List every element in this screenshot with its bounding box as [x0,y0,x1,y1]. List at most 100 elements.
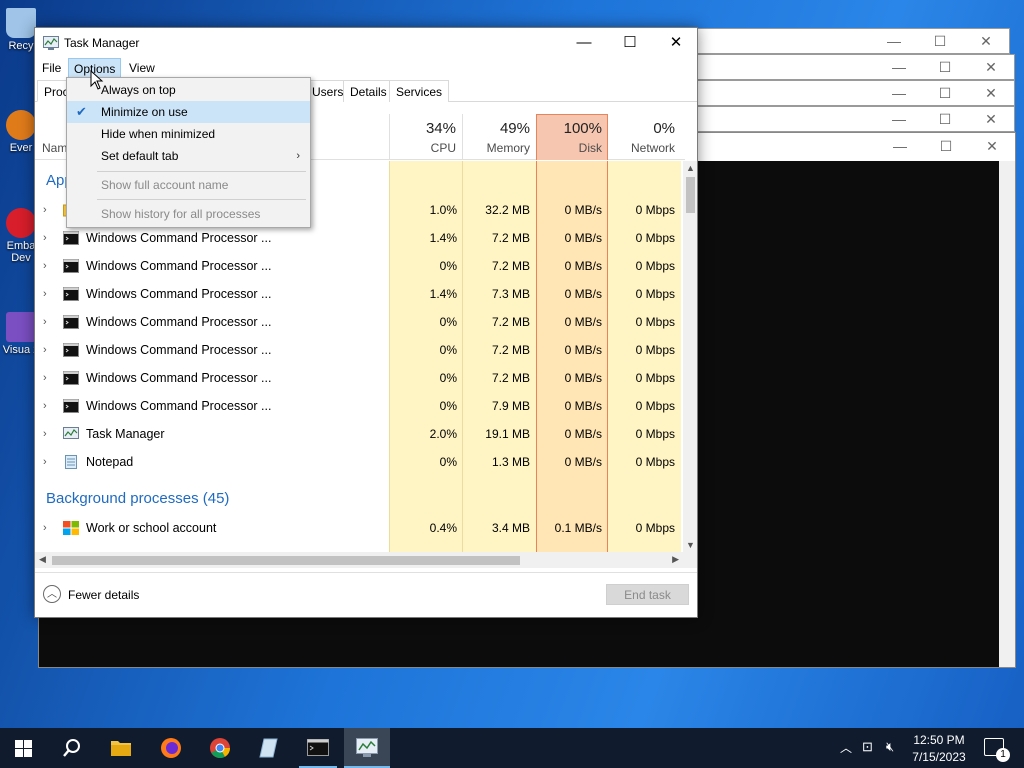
cmd-icon [63,315,79,329]
chevron-right-icon[interactable]: › [43,316,47,328]
chevron-right-icon[interactable]: › [43,372,47,384]
maximize-icon[interactable]: ☐ [917,29,963,53]
taskbar-task-manager[interactable] [344,728,390,768]
chevron-right-icon[interactable]: › [43,522,47,534]
taskbar-firefox[interactable] [148,728,194,768]
network-value: 0 Mbps [635,427,675,441]
taskbar-terminal[interactable] [295,728,341,768]
minimize-icon[interactable]: — [876,107,922,131]
title-bar[interactable]: Task Manager — ☐ ✕ [35,28,697,57]
process-row[interactable]: › Windows Command Processor ... 1.4% 7.2 MB… [35,225,685,253]
maximize-icon[interactable]: ☐ [922,55,968,79]
minimize-icon[interactable]: — [876,55,922,79]
process-row[interactable]: › Work or school account 0.4% 3.4 MB 0.1 MB/… [35,515,685,543]
terminal-icon [307,739,329,756]
maximize-icon[interactable]: ☐ [922,81,968,105]
close-button[interactable]: ✕ [653,28,699,57]
minimize-button[interactable]: — [561,28,607,57]
network-value: 0 Mbps [635,399,675,413]
close-icon[interactable]: ✕ [969,133,1015,159]
process-row[interactable]: › Windows Command Processor ... 1.4% 7.3 MB… [35,281,685,309]
taskbar-app[interactable] [246,728,292,768]
clock-date[interactable]: 7/15/2023 [908,750,970,764]
chevron-up-icon[interactable]: ︿ [43,585,61,603]
menu-item-show-history[interactable]: Show history for all processes [67,203,310,225]
scroll-thumb[interactable] [686,177,695,213]
taskbar-chrome[interactable] [197,728,243,768]
disk-value: 0.1 MB/s [554,521,602,535]
scroll-right-icon[interactable]: ▶ [672,554,679,565]
background-window[interactable]: — ☐ ✕ [680,80,1015,106]
minimize-icon[interactable]: — [877,133,923,159]
background-window[interactable]: — ☐ ✕ [680,28,1010,54]
menu-item-hide-when-minimized[interactable]: Hide when minimized [67,123,310,145]
column-cpu-header[interactable]: 34% CPU [389,114,462,160]
fewer-details-link[interactable]: Fewer details [68,588,139,602]
tab-details[interactable]: Details [343,80,394,102]
chevron-right-icon[interactable]: › [43,400,47,412]
chevron-up-icon[interactable]: ︿ [840,739,852,756]
cpu-value: 0% [439,259,457,273]
column-power-header[interactable]: P [681,114,691,160]
vertical-scrollbar[interactable]: ▲ ▼ [683,161,697,552]
cmd-icon [63,259,79,273]
maximize-button[interactable]: ☐ [607,28,653,57]
close-icon[interactable]: ✕ [968,55,1014,79]
process-name: Windows Command Processor ... [86,371,272,385]
tab-services[interactable]: Services [389,80,450,102]
process-row[interactable]: › Windows Command Processor ... 0% 7.2 MB 0 … [35,337,685,365]
menu-file[interactable]: File [37,58,66,78]
chevron-right-icon[interactable]: › [43,260,47,272]
start-button[interactable] [0,728,46,768]
process-row[interactable]: › Notepad 0% 1.3 MB 0 MB/s 0 Mbps [35,449,685,477]
process-row[interactable]: › Windows Command Processor ... 0% 7.2 MB 0 … [35,365,685,393]
volume-icon[interactable]: 🔇︎ [886,739,894,755]
end-task-button[interactable]: End task [606,584,689,605]
close-icon[interactable]: ✕ [968,107,1014,131]
chevron-right-icon[interactable]: › [43,232,47,244]
scroll-thumb[interactable] [52,556,520,565]
search-button[interactable] [48,728,94,768]
chevron-right-icon[interactable]: › [43,456,47,468]
disk-value: 0 MB/s [564,343,602,357]
horizontal-scrollbar[interactable]: ◀ ▶ [35,552,697,568]
menu-separator [97,199,306,200]
column-memory-header[interactable]: 49% Memory [462,114,536,160]
notification-center-icon[interactable]: 1 [984,738,1010,762]
close-icon[interactable]: ✕ [963,29,1009,53]
maximize-icon[interactable]: ☐ [923,133,969,159]
clock-time[interactable]: 12:50 PM [913,733,965,747]
background-window[interactable]: — ☐ ✕ [680,106,1015,132]
chevron-right-icon[interactable]: › [43,344,47,356]
scroll-down-icon[interactable]: ▼ [686,540,695,550]
chevron-right-icon[interactable]: › [43,204,47,216]
scroll-left-icon[interactable]: ◀ [39,554,46,565]
memory-value: 7.9 MB [491,399,530,413]
minimize-icon[interactable]: — [871,29,917,53]
column-name-header[interactable]: Nam [42,141,67,155]
network-icon[interactable]: ⊡ [862,739,873,755]
minimize-icon[interactable]: — [876,81,922,105]
menu-item-minimize-on-use[interactable]: ✔ Minimize on use [67,101,310,123]
process-row[interactable]: › Task Manager 2.0% 19.1 MB 0 MB/s 0 Mbps [35,421,685,449]
console-scrollbar[interactable] [999,161,1015,667]
scroll-up-icon[interactable]: ▲ [686,163,695,173]
process-row[interactable]: › Windows Command Processor ... 0% 7.2 MB 0 … [35,253,685,281]
chevron-right-icon[interactable]: › [43,428,47,440]
menu-view[interactable]: View [124,58,160,78]
column-disk-header[interactable]: 100% Disk [536,114,608,160]
menu-item-show-full-account-name[interactable]: Show full account name [67,174,310,196]
task-manager-icon [63,427,79,441]
memory-percent: 49% [499,120,530,137]
taskbar-file-explorer[interactable] [98,728,144,768]
chevron-right-icon[interactable]: › [43,288,47,300]
process-name: Task Manager [86,427,165,441]
close-icon[interactable]: ✕ [968,81,1014,105]
column-network-header[interactable]: 0% Network [608,114,681,160]
maximize-icon[interactable]: ☐ [922,107,968,131]
menu-item-set-default-tab[interactable]: Set default tab › [67,145,310,167]
process-row[interactable]: › Windows Command Processor ... 0% 7.9 MB 0 … [35,393,685,421]
process-row[interactable]: › Windows Command Processor ... 0% 7.2 MB 0 … [35,309,685,337]
background-window[interactable]: — ☐ ✕ [680,54,1015,80]
cpu-value: 0% [439,399,457,413]
